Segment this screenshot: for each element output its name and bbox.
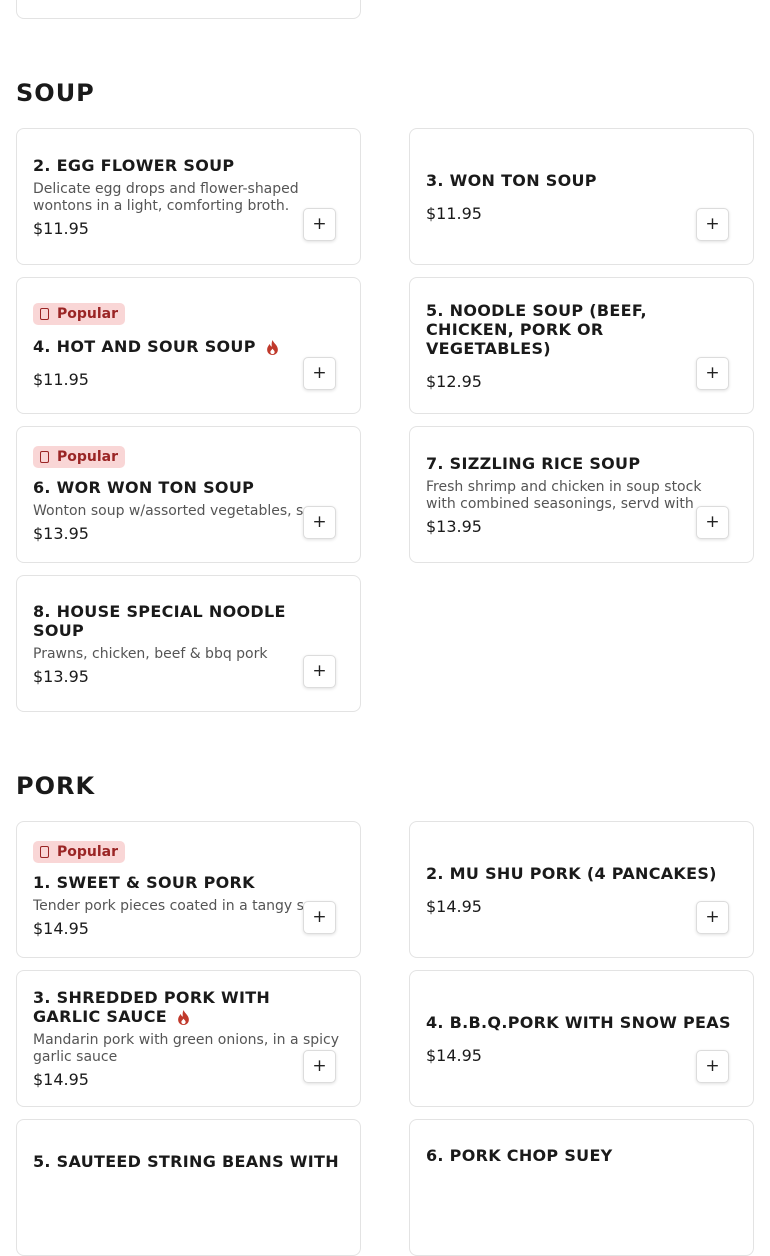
popular-icon — [40, 451, 49, 463]
item-description: Wonton soup w/assorted vegetables, s... — [33, 503, 317, 519]
badge-label: Popular — [57, 449, 119, 465]
menu-item-card[interactable]: 3. WON TON SOUP $11.95 + — [409, 128, 754, 265]
menu-item-card[interactable] — [16, 0, 361, 19]
add-to-cart-button[interactable]: + — [696, 506, 729, 539]
add-to-cart-button[interactable]: + — [303, 901, 336, 934]
item-name: 2. EGG FLOWER SOUP — [33, 155, 235, 175]
menu-item-card[interactable]: 2. MU SHU PORK (4 PANCAKES) $14.95 + — [409, 821, 754, 958]
item-price: $14.95 — [33, 919, 89, 938]
item-price: $11.95 — [33, 218, 89, 238]
add-to-cart-button[interactable]: + — [303, 208, 336, 241]
flame-icon — [266, 339, 278, 355]
item-description: Fresh shrimp and chicken in soup stock w… — [426, 478, 702, 512]
menu-item-card[interactable]: 4. B.B.Q.PORK WITH SNOW PEAS $14.95 + — [409, 970, 754, 1107]
badge-label: Popular — [57, 844, 119, 860]
add-to-cart-button[interactable]: + — [696, 1050, 729, 1083]
popular-icon — [40, 846, 49, 858]
item-name: 4. HOT AND SOUR SOUP — [33, 337, 344, 356]
add-to-cart-button[interactable]: + — [696, 357, 729, 390]
add-to-cart-button[interactable]: + — [303, 357, 336, 390]
menu-item-card[interactable]: 5. NOODLE SOUP (BEEF, CHICKEN, PORK OR V… — [409, 277, 754, 414]
menu-item-card[interactable]: Popular 1. SWEET & SOUR PORK Tender pork… — [16, 821, 361, 958]
popular-badge: Popular — [33, 302, 126, 325]
item-price: $11.95 — [426, 203, 482, 223]
item-name: 7. SIZZLING RICE SOUP — [426, 453, 641, 473]
menu-item-card[interactable]: 3. SHREDDED PORK WITH GARLIC SAUCE Manda… — [16, 970, 361, 1107]
add-to-cart-button[interactable]: + — [303, 1050, 336, 1083]
item-price: $14.95 — [426, 896, 482, 916]
item-name: 5. SAUTEED STRING BEANS WITH — [33, 1152, 339, 1171]
section-title-soup: SOUP — [16, 79, 95, 107]
item-price: $13.95 — [426, 516, 482, 536]
add-to-cart-button[interactable]: + — [303, 655, 336, 688]
add-to-cart-button[interactable]: + — [696, 901, 729, 934]
add-to-cart-button[interactable]: + — [303, 506, 336, 539]
menu-item-card[interactable]: 7. SIZZLING RICE SOUP Fresh shrimp and c… — [409, 426, 754, 563]
item-name: 3. SHREDDED PORK WITH GARLIC SAUCE — [33, 988, 344, 1026]
menu-item-card[interactable]: 6. PORK CHOP SUEY — [409, 1119, 754, 1256]
item-price: $14.95 — [426, 1045, 482, 1065]
item-price: $12.95 — [426, 371, 482, 391]
item-name: 5. NOODLE SOUP (BEEF, CHICKEN, PORK OR V… — [426, 300, 647, 358]
popular-badge: Popular — [33, 841, 126, 863]
item-price: $13.95 — [33, 524, 89, 543]
item-name-text: 3. SHREDDED PORK WITH GARLIC SAUCE — [33, 988, 271, 1026]
add-to-cart-button[interactable]: + — [696, 208, 729, 241]
menu-item-card[interactable]: 5. SAUTEED STRING BEANS WITH — [16, 1119, 361, 1256]
item-name: 6. WOR WON TON SOUP — [33, 478, 255, 497]
item-description: Mandarin pork with green onions, in a sp… — [33, 1032, 340, 1065]
item-price: $13.95 — [33, 666, 89, 686]
item-price: $11.95 — [33, 369, 89, 389]
popular-badge: Popular — [33, 446, 126, 468]
menu-item-card[interactable]: 2. EGG FLOWER SOUP Delicate egg drops an… — [16, 128, 361, 265]
item-name: 4. B.B.Q.PORK WITH SNOW PEAS — [426, 1012, 731, 1032]
badge-label: Popular — [57, 305, 119, 322]
item-name: 8. HOUSE SPECIAL NOODLE SOUP — [33, 601, 286, 640]
flame-icon — [178, 1010, 189, 1025]
item-name-text: 4. HOT AND SOUR SOUP — [33, 336, 256, 356]
item-name: 2. MU SHU PORK (4 PANCAKES) — [426, 863, 717, 883]
item-description: Tender pork pieces coated in a tangy s..… — [33, 898, 318, 914]
item-name: 1. SWEET & SOUR PORK — [33, 873, 255, 892]
item-name: 6. PORK CHOP SUEY — [426, 1146, 613, 1165]
item-name: 3. WON TON SOUP — [426, 170, 597, 190]
section-title-pork: PORK — [16, 772, 96, 800]
menu-item-card[interactable]: 8. HOUSE SPECIAL NOODLE SOUP Prawns, chi… — [16, 575, 361, 712]
item-description: Prawns, chicken, beef & bbq pork — [33, 645, 268, 662]
popular-icon — [40, 307, 49, 320]
menu-item-card[interactable]: Popular 6. WOR WON TON SOUP Wonton soup … — [16, 426, 361, 563]
item-description: Delicate egg drops and flower-shaped won… — [33, 180, 299, 214]
menu-item-card[interactable]: Popular 4. HOT AND SOUR SOUP $11.95 + — [16, 277, 361, 414]
item-price: $14.95 — [33, 1070, 89, 1089]
